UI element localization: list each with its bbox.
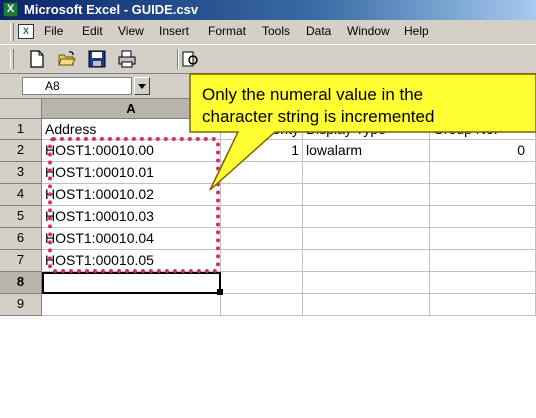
cell-b6[interactable]	[221, 228, 303, 250]
cell-b8[interactable]	[221, 272, 303, 294]
cell-c7[interactable]	[303, 250, 430, 272]
row-header-8[interactable]: 8	[0, 272, 42, 294]
callout-line-2: character string is incremented	[202, 107, 434, 126]
row-header-5[interactable]: 5	[0, 206, 42, 228]
cell-d7[interactable]	[430, 250, 536, 272]
fill-handle[interactable]	[217, 289, 223, 295]
cell-d6[interactable]	[430, 228, 536, 250]
cell-c6[interactable]	[303, 228, 430, 250]
row-header-7[interactable]: 7	[0, 250, 42, 272]
callout-balloon: Only the numeral value in the character …	[189, 73, 536, 191]
cell-c5[interactable]	[303, 206, 430, 228]
cell-c8[interactable]	[303, 272, 430, 294]
cell-d5[interactable]	[430, 206, 536, 228]
row-header-6[interactable]: 6	[0, 228, 42, 250]
cell-d9[interactable]	[430, 294, 536, 316]
cell-b7[interactable]	[221, 250, 303, 272]
cell-b5[interactable]	[221, 206, 303, 228]
cell-d8[interactable]	[430, 272, 536, 294]
callout-line-1: Only the numeral value in the	[202, 85, 423, 104]
cell-c9[interactable]	[303, 294, 430, 316]
row-header-9[interactable]: 9	[0, 294, 42, 316]
cell-a9[interactable]	[42, 294, 221, 316]
active-cell-outline	[42, 272, 221, 294]
cell-b9[interactable]	[221, 294, 303, 316]
